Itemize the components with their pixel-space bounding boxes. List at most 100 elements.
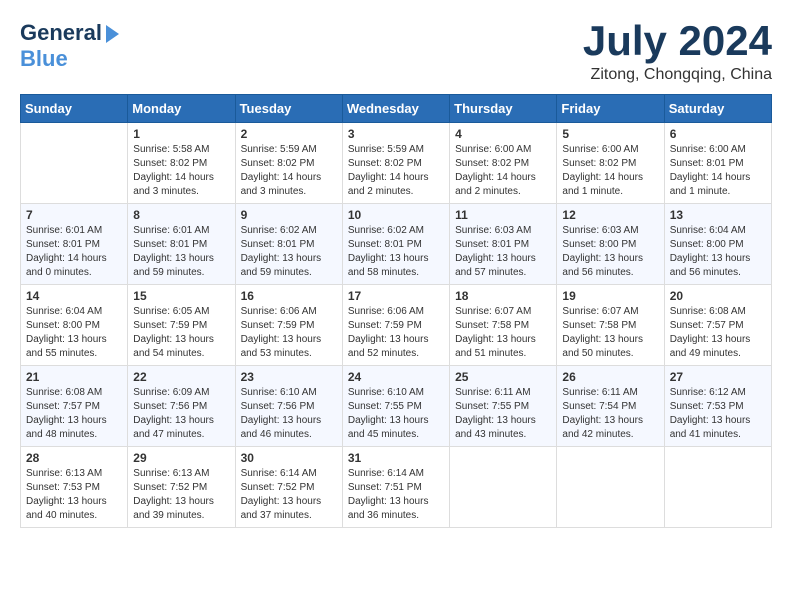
calendar-col-saturday: Saturday (664, 95, 771, 123)
calendar-header-row: SundayMondayTuesdayWednesdayThursdayFrid… (21, 95, 772, 123)
calendar-cell: 13 Sunrise: 6:04 AMSunset: 8:00 PMDayligh… (664, 204, 771, 285)
logo-blue: Blue (20, 46, 68, 71)
day-number: 3 (348, 127, 444, 141)
calendar-cell (664, 447, 771, 528)
calendar-cell: 27Sunrise: 6:12 AMSunset: 7:53 PMDayligh… (664, 366, 771, 447)
day-number: 26 (562, 370, 658, 384)
day-info: Sunrise: 6:02 AMSunset: 8:01 PMDaylight:… (241, 224, 337, 280)
day-number: 12 (562, 208, 658, 222)
calendar-table: SundayMondayTuesdayWednesdayThursdayFrid… (20, 94, 772, 528)
calendar-cell: 8Sunrise: 6:01 AMSunset: 8:01 PMDaylight… (128, 204, 235, 285)
title-section: July 2024 Zitong, Chongqing, China (583, 20, 772, 84)
calendar-cell: 29 Sunrise: 6:13 AMSunset: 7:52 PMDayligh… (128, 447, 235, 528)
day-number: 7 (26, 208, 122, 222)
day-info: Sunrise: 6:09 AMSunset: 7:56 PMDaylight:… (133, 386, 229, 442)
calendar-cell (21, 123, 128, 204)
day-number: 17 (348, 289, 444, 303)
day-info: Sunrise: 6:04 AMSunset: 8:00 PMDaylight:… (26, 305, 122, 361)
calendar-week-3: 14 Sunrise: 6:04 AMSunset: 8:00 PMDayligh… (21, 285, 772, 366)
location-label: Zitong, Chongqing, China (583, 66, 772, 84)
calendar-cell: 26 Sunrise: 6:11 AMSunset: 7:54 PMDayligh… (557, 366, 664, 447)
day-number: 4 (455, 127, 551, 141)
calendar-cell: 15 Sunrise: 6:05 AMSunset: 7:59 PMDayligh… (128, 285, 235, 366)
day-info: Sunrise: 6:11 AMSunset: 7:55 PMDaylight:… (455, 386, 551, 442)
day-info: Sunrise: 6:14 AMSunset: 7:51 PMDaylight:… (348, 467, 444, 523)
day-number: 15 (133, 289, 229, 303)
calendar-cell: 2 Sunrise: 5:59 AMSunset: 8:02 PMDaylight… (235, 123, 342, 204)
day-info: Sunrise: 6:00 AMSunset: 8:01 PMDaylight:… (670, 143, 766, 199)
page-header: General Blue July 2024 Zitong, Chongqing… (20, 20, 772, 84)
day-info: Sunrise: 6:00 AMSunset: 8:02 PMDaylight:… (455, 143, 551, 199)
day-info: Sunrise: 5:59 AMSunset: 8:02 PMDaylight:… (241, 143, 337, 199)
day-number: 1 (133, 127, 229, 141)
day-number: 9 (241, 208, 337, 222)
day-number: 11 (455, 208, 551, 222)
calendar-cell: 12 Sunrise: 6:03 AMSunset: 8:00 PMDayligh… (557, 204, 664, 285)
day-number: 19 (562, 289, 658, 303)
day-number: 16 (241, 289, 337, 303)
calendar-cell: 16 Sunrise: 6:06 AMSunset: 7:59 PMDayligh… (235, 285, 342, 366)
calendar-cell: 1 Sunrise: 5:58 AMSunset: 8:02 PMDaylight… (128, 123, 235, 204)
day-info: Sunrise: 5:58 AMSunset: 8:02 PMDaylight:… (133, 143, 229, 199)
calendar-cell: 9 Sunrise: 6:02 AMSunset: 8:01 PMDaylight… (235, 204, 342, 285)
day-info: Sunrise: 6:14 AMSunset: 7:52 PMDaylight:… (241, 467, 337, 523)
day-number: 29 (133, 451, 229, 465)
calendar-week-1: 1 Sunrise: 5:58 AMSunset: 8:02 PMDaylight… (21, 123, 772, 204)
day-number: 23 (241, 370, 337, 384)
day-info: Sunrise: 6:10 AMSunset: 7:56 PMDaylight:… (241, 386, 337, 442)
logo-arrow-icon (106, 25, 119, 43)
calendar-week-4: 21 Sunrise: 6:08 AMSunset: 7:57 PMDayligh… (21, 366, 772, 447)
calendar-col-tuesday: Tuesday (235, 95, 342, 123)
day-info: Sunrise: 6:04 AMSunset: 8:00 PMDaylight:… (670, 224, 766, 280)
day-info: Sunrise: 6:06 AMSunset: 7:59 PMDaylight:… (241, 305, 337, 361)
day-number: 10 (348, 208, 444, 222)
day-info: Sunrise: 6:06 AMSunset: 7:59 PMDaylight:… (348, 305, 444, 361)
day-number: 30 (241, 451, 337, 465)
day-number: 24 (348, 370, 444, 384)
calendar-cell: 22Sunrise: 6:09 AMSunset: 7:56 PMDayligh… (128, 366, 235, 447)
day-number: 25 (455, 370, 551, 384)
day-number: 31 (348, 451, 444, 465)
logo-general: General (20, 20, 102, 46)
day-info: Sunrise: 6:13 AMSunset: 7:52 PMDaylight:… (133, 467, 229, 523)
day-info: Sunrise: 6:13 AMSunset: 7:53 PMDaylight:… (26, 467, 122, 523)
day-number: 14 (26, 289, 122, 303)
day-info: Sunrise: 6:05 AMSunset: 7:59 PMDaylight:… (133, 305, 229, 361)
calendar-cell (450, 447, 557, 528)
day-info: Sunrise: 6:12 AMSunset: 7:53 PMDaylight:… (670, 386, 766, 442)
calendar-col-friday: Friday (557, 95, 664, 123)
day-info: Sunrise: 6:00 AMSunset: 8:02 PMDaylight:… (562, 143, 658, 199)
day-number: 8 (133, 208, 229, 222)
day-info: Sunrise: 6:07 AMSunset: 7:58 PMDaylight:… (455, 305, 551, 361)
calendar-cell: 19Sunrise: 6:07 AMSunset: 7:58 PMDayligh… (557, 285, 664, 366)
calendar-cell: 4 Sunrise: 6:00 AMSunset: 8:02 PMDaylight… (450, 123, 557, 204)
logo: General Blue (20, 20, 119, 72)
calendar-col-wednesday: Wednesday (342, 95, 449, 123)
day-number: 5 (562, 127, 658, 141)
calendar-cell: 17 Sunrise: 6:06 AMSunset: 7:59 PMDayligh… (342, 285, 449, 366)
calendar-cell: 30 Sunrise: 6:14 AMSunset: 7:52 PMDayligh… (235, 447, 342, 528)
day-number: 13 (670, 208, 766, 222)
day-info: Sunrise: 6:03 AMSunset: 8:00 PMDaylight:… (562, 224, 658, 280)
calendar-cell: 20Sunrise: 6:08 AMSunset: 7:57 PMDayligh… (664, 285, 771, 366)
day-number: 2 (241, 127, 337, 141)
calendar-cell: 18Sunrise: 6:07 AMSunset: 7:58 PMDayligh… (450, 285, 557, 366)
day-number: 21 (26, 370, 122, 384)
calendar-cell: 3 Sunrise: 5:59 AMSunset: 8:02 PMDaylight… (342, 123, 449, 204)
calendar-cell: 23 Sunrise: 6:10 AMSunset: 7:56 PMDayligh… (235, 366, 342, 447)
calendar-col-thursday: Thursday (450, 95, 557, 123)
day-number: 28 (26, 451, 122, 465)
calendar-cell: 5 Sunrise: 6:00 AMSunset: 8:02 PMDaylight… (557, 123, 664, 204)
day-info: Sunrise: 6:08 AMSunset: 7:57 PMDaylight:… (670, 305, 766, 361)
calendar-cell: 10Sunrise: 6:02 AMSunset: 8:01 PMDayligh… (342, 204, 449, 285)
day-info: Sunrise: 5:59 AMSunset: 8:02 PMDaylight:… (348, 143, 444, 199)
day-info: Sunrise: 6:08 AMSunset: 7:57 PMDaylight:… (26, 386, 122, 442)
calendar-cell: 6 Sunrise: 6:00 AMSunset: 8:01 PMDaylight… (664, 123, 771, 204)
calendar-week-5: 28 Sunrise: 6:13 AMSunset: 7:53 PMDayligh… (21, 447, 772, 528)
calendar-cell: 7Sunrise: 6:01 AMSunset: 8:01 PMDaylight… (21, 204, 128, 285)
calendar-cell: 11Sunrise: 6:03 AMSunset: 8:01 PMDayligh… (450, 204, 557, 285)
calendar-cell: 28 Sunrise: 6:13 AMSunset: 7:53 PMDayligh… (21, 447, 128, 528)
day-info: Sunrise: 6:11 AMSunset: 7:54 PMDaylight:… (562, 386, 658, 442)
day-number: 6 (670, 127, 766, 141)
calendar-col-monday: Monday (128, 95, 235, 123)
